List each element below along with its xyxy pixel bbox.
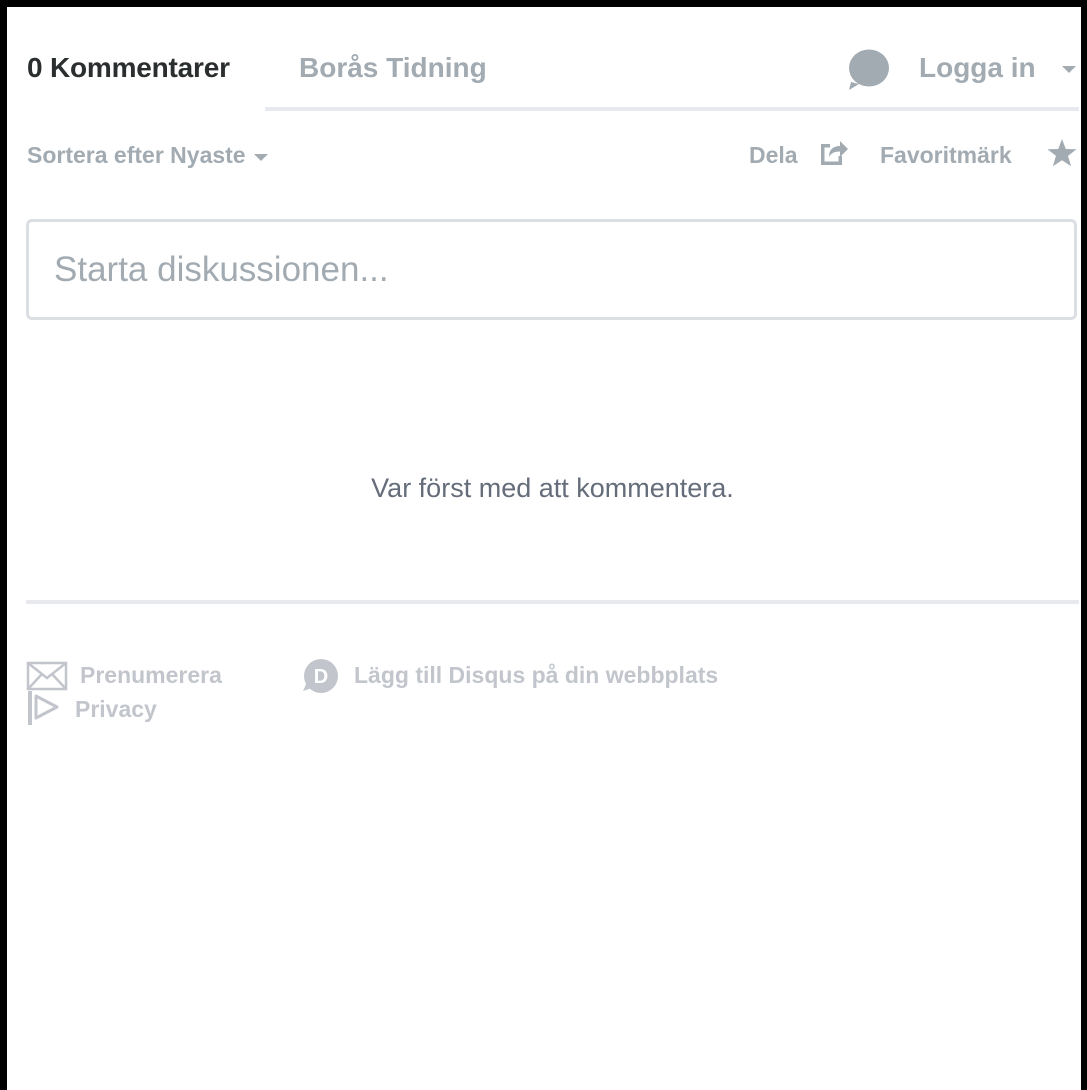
- privacy-icon[interactable]: [27, 690, 63, 726]
- chevron-down-icon: [253, 153, 268, 161]
- star-icon[interactable]: [1046, 138, 1078, 168]
- add-disqus-link[interactable]: Lägg till Disqus på din webbplats: [354, 662, 718, 689]
- disqus-logo-icon[interactable]: D: [301, 657, 339, 695]
- nav-bar: 0 Kommentarer Borås Tidning Logga in: [0, 0, 1087, 115]
- share-button[interactable]: Dela: [749, 142, 798, 169]
- footer-divider: [26, 600, 1079, 604]
- comment-input[interactable]: Starta diskussionen...: [26, 219, 1077, 320]
- comment-count-tab[interactable]: 0 Kommentarer: [27, 52, 230, 84]
- sort-label: Sortera efter Nyaste: [27, 142, 246, 168]
- subscribe-link[interactable]: Prenumerera: [80, 662, 222, 689]
- privacy-link[interactable]: Privacy: [75, 696, 157, 723]
- share-icon[interactable]: [818, 138, 850, 168]
- envelope-icon[interactable]: [26, 661, 68, 691]
- forum-name-tab[interactable]: Borås Tidning: [299, 52, 487, 84]
- comment-input-placeholder: Starta diskussionen...: [54, 250, 389, 289]
- sort-dropdown[interactable]: Sortera efter Nyaste: [27, 142, 268, 169]
- favorite-button[interactable]: Favoritmärk: [880, 142, 1012, 169]
- nav-divider: [265, 107, 1079, 111]
- svg-text:D: D: [314, 666, 328, 688]
- speech-bubble-icon[interactable]: [847, 48, 889, 90]
- chevron-down-icon[interactable]: [1062, 66, 1076, 73]
- empty-state-message: Var först med att kommentera.: [371, 473, 734, 503]
- login-button[interactable]: Logga in: [919, 52, 1036, 84]
